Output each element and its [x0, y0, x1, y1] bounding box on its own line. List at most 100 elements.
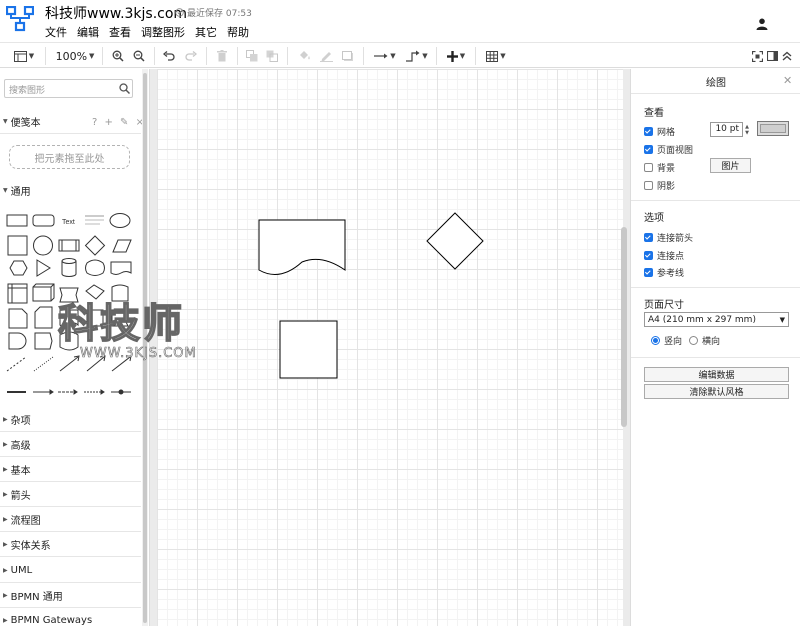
- plus-icon: [446, 50, 458, 62]
- canvas-scrollbar[interactable]: [621, 227, 627, 427]
- shape-text: Text: [62, 219, 75, 226]
- sidebar-scrollbar-thumb[interactable]: [143, 73, 147, 623]
- connection-points-option[interactable]: 连接点: [644, 249, 684, 262]
- to-back-button[interactable]: [264, 47, 280, 65]
- drawio-logo-icon: [6, 6, 34, 32]
- grid-size-stepper[interactable]: ▲ ▼: [743, 122, 751, 137]
- shape-hexagon: [9, 260, 28, 276]
- grid-color-button[interactable]: [757, 121, 789, 136]
- zoom-out-icon: [133, 50, 145, 62]
- undo-button[interactable]: [161, 47, 177, 65]
- shadow-option[interactable]: 阴影: [644, 179, 675, 192]
- page-size-select[interactable]: A4 (210 mm x 297 mm) ▼: [644, 312, 789, 327]
- menu-view[interactable]: 查看: [104, 24, 136, 40]
- line-color-button[interactable]: [318, 47, 334, 65]
- diagram-shapes[interactable]: [157, 69, 623, 626]
- sidebar-section-entity-relation[interactable]: ▶ 实体关系: [0, 533, 141, 557]
- table-button[interactable]: ▼: [483, 47, 509, 65]
- delete-button[interactable]: [214, 47, 230, 65]
- fullscreen-button[interactable]: [750, 47, 764, 65]
- zoom-value: 100%: [55, 49, 88, 63]
- shape-card: [34, 306, 53, 329]
- portrait-option[interactable]: 竖向: [651, 334, 682, 347]
- clear-default-style-button[interactable]: 清除默认风格: [644, 384, 789, 399]
- sidebar-section-misc[interactable]: ▶ 杂项: [0, 408, 141, 432]
- document-shape: [258, 219, 346, 275]
- background-option[interactable]: 背景: [644, 161, 675, 174]
- shape-square: [7, 235, 28, 256]
- landscape-radio[interactable]: [689, 336, 698, 345]
- shadow-checkbox[interactable]: [644, 181, 653, 190]
- document-title[interactable]: 科技师www.3kjs.com: [45, 3, 187, 23]
- guides-checkbox[interactable]: [644, 268, 653, 277]
- user-icon[interactable]: [756, 18, 768, 30]
- table-icon: [486, 50, 499, 62]
- shape-search-input[interactable]: 搜索图形: [4, 79, 133, 98]
- section-label: UML: [10, 565, 33, 576]
- sidebar-section-bpmn-general[interactable]: ▶ BPMN 通用: [0, 584, 141, 608]
- background-checkbox[interactable]: [644, 163, 653, 172]
- connection-style-button[interactable]: ▼: [371, 47, 399, 65]
- zoom-out-button[interactable]: [131, 47, 147, 65]
- general-shape-palette[interactable]: Text: [0, 207, 140, 407]
- grid-checkbox[interactable]: [644, 127, 653, 136]
- format-panel: 绘图 ✕ 查看 网格 10 pt ▲ ▼ 页面视图 背景 图片 阴影 选项 连接箭…: [630, 69, 800, 626]
- search-icon[interactable]: [119, 83, 130, 94]
- waypoints-button[interactable]: ▼: [403, 47, 431, 65]
- connection-arrows-checkbox[interactable]: [644, 233, 653, 242]
- menu-help[interactable]: 帮助: [222, 24, 254, 40]
- menu-extras[interactable]: 其它: [190, 24, 222, 40]
- zoom-select[interactable]: 100% ▼: [54, 47, 96, 65]
- shape-rounded-rectangle: [32, 214, 55, 227]
- general-section-header[interactable]: ▼ 通用: [0, 178, 141, 202]
- to-front-button[interactable]: [244, 47, 260, 65]
- page-view-option[interactable]: 页面视图: [644, 143, 693, 156]
- insert-button[interactable]: ▼: [443, 47, 469, 65]
- redo-button[interactable]: [183, 47, 199, 65]
- sidebar-section-uml[interactable]: ▶ UML: [0, 559, 141, 583]
- shape-circle: [33, 235, 53, 256]
- sidebar-section-basic[interactable]: ▶ 基本: [0, 458, 141, 482]
- page-view-checkbox[interactable]: [644, 145, 653, 154]
- close-icon[interactable]: ✕: [783, 74, 792, 87]
- guides-option[interactable]: 参考线: [644, 266, 684, 279]
- zoom-in-button[interactable]: [110, 47, 126, 65]
- edit-data-button[interactable]: 编辑数据: [644, 367, 789, 382]
- double-chevron-up-icon: [782, 51, 792, 61]
- sidebar-section-advanced[interactable]: ▶ 高级: [0, 433, 141, 457]
- collapse-toolbar-button[interactable]: [780, 47, 794, 65]
- grid-size-input[interactable]: 10 pt: [710, 122, 743, 137]
- section-label: 杂项: [10, 416, 31, 427]
- fill-color-button[interactable]: [296, 47, 312, 65]
- diagram-canvas[interactable]: [150, 69, 630, 626]
- connection-points-checkbox[interactable]: [644, 251, 653, 260]
- scratchpad-tools[interactable]: ? + ✎ ×: [92, 117, 146, 128]
- drawing-page[interactable]: [157, 69, 623, 626]
- general-section-label: 通用: [10, 186, 31, 198]
- portrait-radio[interactable]: [651, 336, 660, 345]
- scratchpad-drop-zone[interactable]: 把元素拖至此处: [9, 145, 130, 169]
- view-heading: 查看: [644, 108, 664, 119]
- page-size-heading: 页面尺寸: [644, 300, 684, 311]
- shape-rectangle: [6, 214, 28, 227]
- section-label: 高级: [10, 441, 31, 452]
- menu-edit[interactable]: 编辑: [72, 24, 104, 40]
- view-panels-button[interactable]: ▼: [10, 47, 38, 65]
- menu-file[interactable]: 文件: [45, 24, 72, 40]
- landscape-option[interactable]: 横向: [689, 334, 720, 347]
- sidebar-section-flowchart[interactable]: ▶ 流程图: [0, 508, 141, 532]
- shadow-button[interactable]: [340, 47, 356, 65]
- sidebar-section-bpmn-gateways[interactable]: ▶ BPMN Gateways: [0, 609, 141, 626]
- format-panel-button[interactable]: [765, 47, 779, 65]
- sidebar-section-arrows[interactable]: ▶ 箭头: [0, 483, 141, 507]
- background-image-button[interactable]: 图片: [710, 158, 751, 173]
- menu-arrange[interactable]: 调整图形: [136, 24, 190, 40]
- save-status: 最近保存 07:53: [175, 6, 252, 19]
- section-label: BPMN 通用: [10, 592, 63, 603]
- grid-option[interactable]: 网格: [644, 125, 675, 138]
- save-status-text: 最近保存 07:53: [187, 9, 252, 19]
- layout-icon: [13, 50, 27, 62]
- connection-arrows-option[interactable]: 连接箭头: [644, 231, 693, 244]
- zoom-in-icon: [112, 50, 124, 62]
- section-label: BPMN Gateways: [10, 615, 93, 626]
